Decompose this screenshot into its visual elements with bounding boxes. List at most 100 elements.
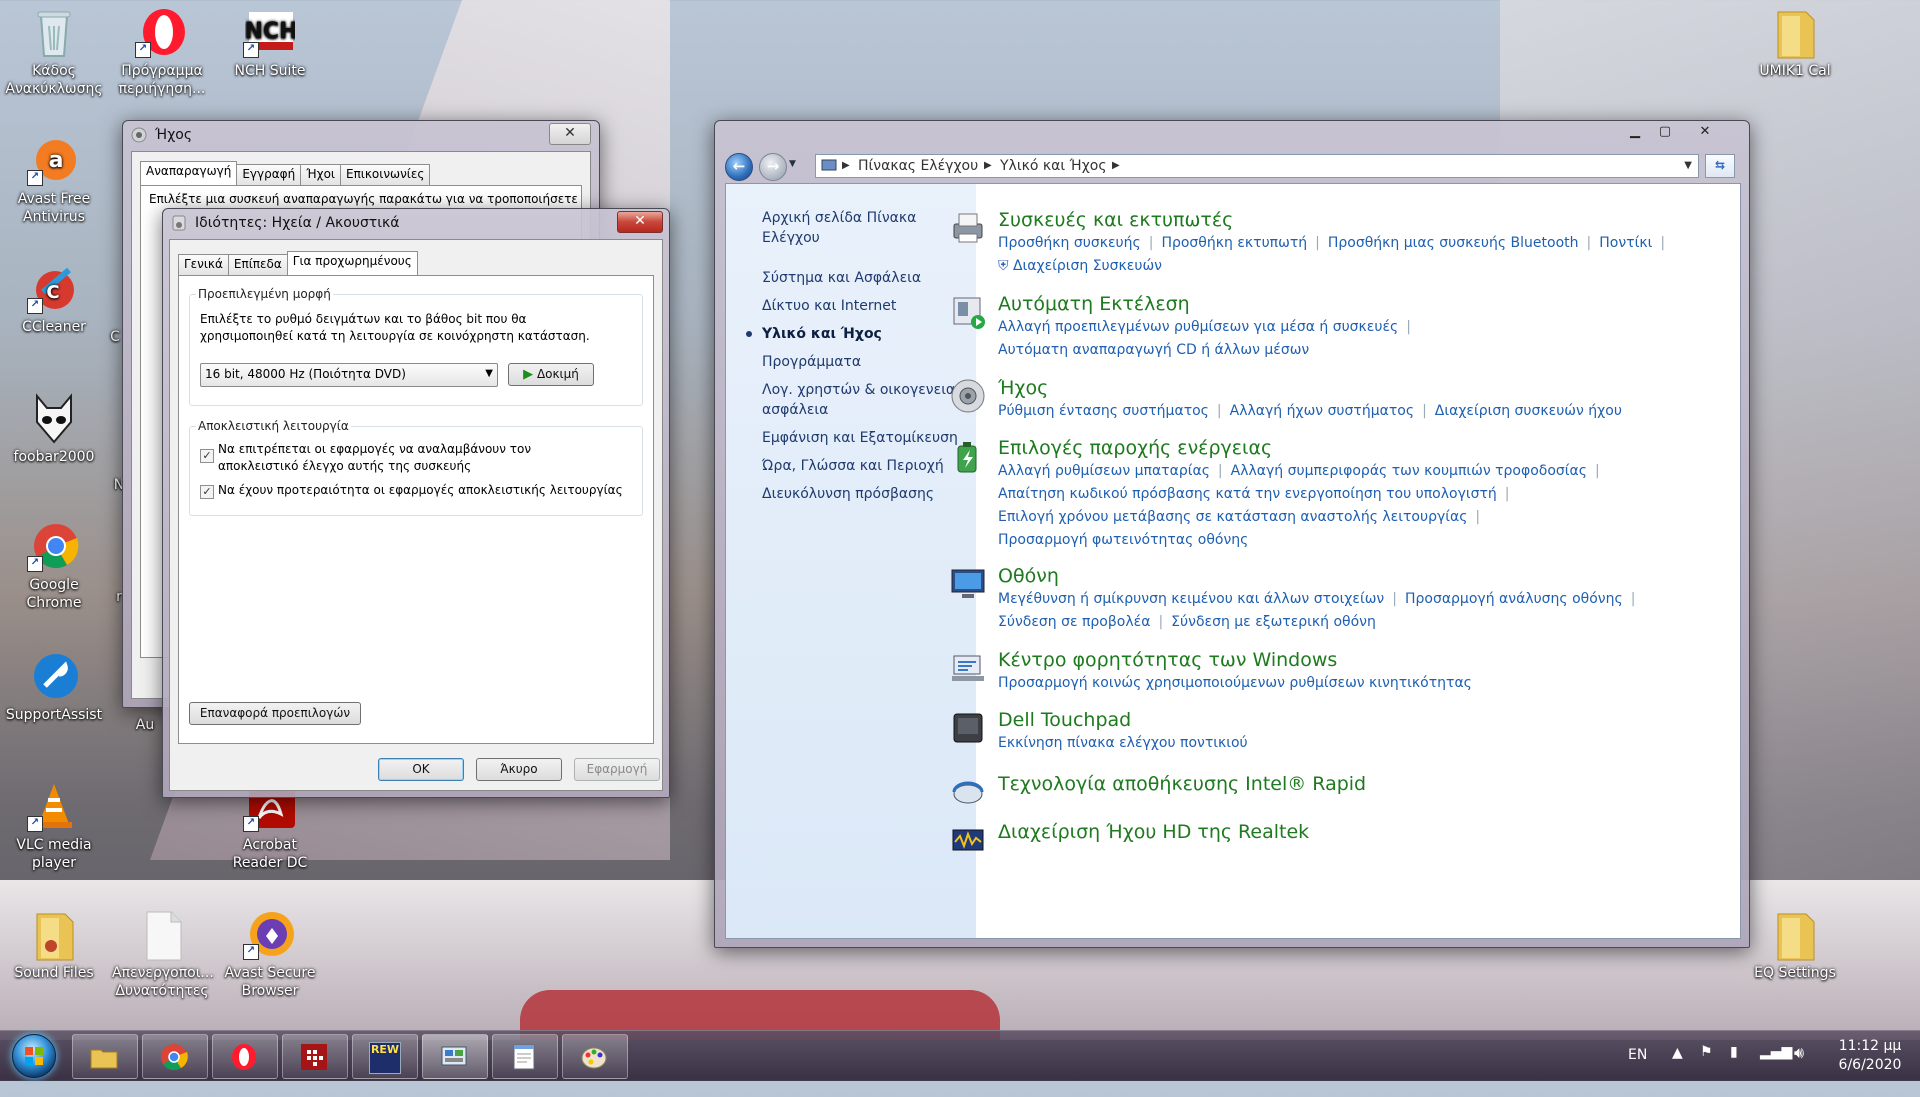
sidebar-item-system-security[interactable]: Σύστημα και Ασφάλεια [762, 268, 921, 288]
sound-dialog-titlebar[interactable]: Ήχος ✕ [123, 121, 599, 149]
action-center-flag-icon[interactable]: ⚑ [1700, 1044, 1713, 1094]
power-buttons-link[interactable]: Αλλαγή συμπεριφοράς των κουμπιών τροφοδο… [1231, 463, 1587, 479]
taskbar-control-panel[interactable] [422, 1034, 488, 1079]
desktop-icon-vlc[interactable]: ↗ VLC media player [4, 780, 104, 872]
close-button[interactable]: ✕ [1685, 123, 1725, 143]
sidebar-item-hardware-sound[interactable]: Υλικό και Ήχος [762, 324, 882, 344]
desktop-icon-ccleaner[interactable]: C ↗ CCleaner [4, 262, 104, 336]
sidebar-item-home[interactable]: Αρχική σελίδα Πίνακα Ελέγχου [762, 208, 952, 248]
test-button[interactable]: ▶ Δοκιμή [508, 363, 594, 386]
device-manager-link[interactable]: Διαχείριση Συσκευών [1013, 258, 1162, 274]
tab-playback[interactable]: Αναπαραγωγή [140, 161, 238, 185]
desktop-icon-avast-browser[interactable]: ↗ Avast Secure Browser [220, 908, 320, 1000]
category-title[interactable]: Τεχνολογία αποθήκευσης Intel® Rapid [998, 772, 1366, 796]
category-title[interactable]: Αυτόματη Εκτέλεση [998, 292, 1419, 316]
add-device-link[interactable]: Προσθήκη συσκευής [998, 235, 1141, 251]
category-title[interactable]: Συσκευές και εκτυπωτές [998, 208, 1673, 232]
sleep-time-link[interactable]: Επιλογή χρόνου μετάβασης σε κατάσταση αν… [998, 509, 1467, 525]
add-bluetooth-link[interactable]: Προσθήκη μιας συσκευής Bluetooth [1328, 235, 1579, 251]
mouse-control-panel-link[interactable]: Εκκίνηση πίνακα ελέγχου ποντικιού [998, 735, 1248, 751]
mouse-link[interactable]: Ποντίκι [1599, 235, 1652, 251]
sidebar-item-network[interactable]: Δίκτυο και Internet [762, 296, 896, 316]
desktop-icon-chrome[interactable]: ↗ Google Chrome [4, 520, 104, 612]
taskbar-nch[interactable] [282, 1034, 348, 1079]
taskbar-rew[interactable]: REW [352, 1034, 418, 1079]
tab-general[interactable]: Γενικά [178, 254, 229, 275]
refresh-icon[interactable]: ⇆ [1705, 154, 1735, 178]
back-button[interactable]: ← [725, 153, 753, 181]
restore-defaults-button[interactable]: Επαναφορά προεπιλογών [189, 702, 361, 725]
sidebar-item-programs[interactable]: Προγράμματα [762, 352, 861, 372]
sound-dialog-close-button[interactable]: ✕ [549, 123, 591, 145]
sample-rate-select[interactable]: 16 bit, 48000 Hz (Ποιότητα DVD) ▼ [200, 363, 498, 387]
category-title[interactable]: Οθόνη [998, 564, 1643, 588]
network-signal-icon[interactable]: ▂▄▆ [1760, 1044, 1792, 1094]
properties-dialog-close-button[interactable]: ✕ [617, 211, 663, 233]
projector-link[interactable]: Σύνδεση σε προβολέα [998, 614, 1150, 630]
breadcrumb-control-panel[interactable]: Πίνακας Ελέγχου [858, 155, 978, 177]
breadcrumb-hardware-sound[interactable]: Υλικό και Ήχος [1000, 155, 1107, 177]
external-display-link[interactable]: Σύνδεση με εξωτερική οθόνη [1171, 614, 1376, 630]
desktop-icon-foobar[interactable]: foobar2000 [4, 392, 104, 466]
category-title[interactable]: Dell Touchpad [998, 708, 1248, 732]
autoplay-cd-link[interactable]: Αυτόματη αναπαραγωγή CD ή άλλων μέσων [998, 342, 1309, 358]
current-item-bullet [746, 331, 752, 337]
category-title[interactable]: Διαχείριση Ήχου HD της Realtek [998, 820, 1309, 844]
apply-button[interactable]: Εφαρμογή [574, 758, 660, 781]
minimize-button[interactable]: ▁ [1621, 123, 1649, 143]
desktop-icon-umik1[interactable]: UMIK1 Cal [1745, 6, 1845, 80]
desktop-icon-supportassist[interactable]: SupportAssist [4, 650, 104, 724]
desktop-icon-recycle-bin[interactable]: Κάδος Ανακύκλωσης [4, 6, 104, 98]
battery-icon[interactable]: ▮ [1730, 1044, 1738, 1094]
category-title[interactable]: Επιλογές παροχής ενέργειας [998, 436, 1608, 460]
desktop-icon-disabled-features[interactable]: Απενεργοποι... Δυνατότητες [112, 908, 214, 1000]
forward-button[interactable]: → [759, 153, 787, 181]
sidebar-item-ease-of-access[interactable]: Διευκόλυνση πρόσβασης [762, 484, 934, 504]
desktop-icon-sound-files[interactable]: Sound Files [4, 908, 104, 982]
taskbar-explorer[interactable] [72, 1034, 138, 1079]
history-dropdown-icon[interactable]: ▼ [789, 159, 796, 169]
desktop-icon-nch[interactable]: NCH ↗ NCH Suite [220, 6, 320, 80]
show-hidden-icons[interactable]: ▲ [1672, 1045, 1683, 1095]
taskbar-opera[interactable] [212, 1034, 278, 1079]
text-size-link[interactable]: Μεγέθυνση ή σμίκρυνση κειμένου και άλλων… [998, 591, 1384, 607]
desktop-icon-opera[interactable]: ↗ Πρόγραμμα περιήγηση... [112, 6, 212, 98]
battery-settings-link[interactable]: Αλλαγή ρυθμίσεων μπαταρίας [998, 463, 1210, 479]
category-title[interactable]: Κέντρο φορητότητας των Windows [998, 648, 1472, 672]
maximize-button[interactable]: ▢ [1651, 123, 1679, 143]
change-defaults-link[interactable]: Αλλαγή προεπιλεγμένων ρυθμίσεων για μέσα… [998, 319, 1398, 335]
manage-audio-devices-link[interactable]: Διαχείριση συσκευών ήχου [1435, 403, 1622, 419]
mobility-settings-link[interactable]: Προσαρμογή κοινώς χρησιμοποιούμενων ρυθμ… [998, 675, 1472, 691]
category-title[interactable]: Ήχος [998, 376, 1622, 400]
resolution-link[interactable]: Προσαρμογή ανάλυσης οθόνης [1405, 591, 1623, 607]
brightness-link[interactable]: Προσαρμογή φωτεινότητας οθόνης [998, 532, 1248, 548]
exclusive-priority-checkbox[interactable]: ✓ [200, 485, 214, 499]
volume-icon[interactable]: 🔊︎ [1794, 1043, 1804, 1093]
desktop-icon-avast[interactable]: a ↗ Avast Free Antivirus [4, 134, 104, 226]
require-password-link[interactable]: Απαίτηση κωδικού πρόσβασης κατά την ενερ… [998, 486, 1497, 502]
tab-advanced[interactable]: Για προχωρημένους [286, 251, 418, 275]
tab-levels[interactable]: Επίπεδα [227, 254, 288, 275]
address-dropdown-icon[interactable]: ▼ [1684, 155, 1692, 177]
sidebar-item-appearance[interactable]: Εμφάνιση και Εξατομίκευση [762, 428, 958, 448]
properties-dialog-titlebar[interactable]: Ιδιότητες: Ηχεία / Ακουστικά ✕ [163, 209, 669, 237]
ok-button[interactable]: ΟΚ [378, 758, 464, 781]
tab-communications[interactable]: Επικοινωνίες [339, 164, 431, 185]
taskbar-chrome[interactable] [142, 1034, 208, 1079]
change-system-sounds-link[interactable]: Αλλαγή ήχων συστήματος [1230, 403, 1414, 419]
tab-sounds[interactable]: Ήχοι [300, 164, 341, 185]
control-panel-titlebar[interactable]: ▁ ▢ ✕ [715, 121, 1749, 149]
adjust-volume-link[interactable]: Ρύθμιση έντασης συστήματος [998, 403, 1209, 419]
start-button[interactable] [12, 1034, 56, 1078]
allow-exclusive-checkbox[interactable]: ✓ [200, 449, 214, 463]
tab-recording[interactable]: Εγγραφή [236, 164, 302, 185]
address-box[interactable]: ▶ Πίνακας Ελέγχου ▶ Υλικό και Ήχος ▶ ▼ [815, 154, 1699, 178]
add-printer-link[interactable]: Προσθήκη εκτυπωτή [1161, 235, 1307, 251]
taskbar-paint[interactable] [562, 1034, 628, 1079]
sidebar-item-user-accounts[interactable]: Λογ. χρηστών & οικογενειακή ασφάλεια [762, 380, 974, 420]
language-indicator[interactable]: EN [1628, 1047, 1647, 1097]
taskbar-notepad[interactable] [492, 1034, 558, 1079]
cancel-button[interactable]: Άκυρο [476, 758, 562, 781]
sidebar-item-clock-region[interactable]: Ώρα, Γλώσσα και Περιοχή [762, 456, 944, 476]
desktop-icon-eq-settings[interactable]: EQ Settings [1745, 908, 1845, 982]
